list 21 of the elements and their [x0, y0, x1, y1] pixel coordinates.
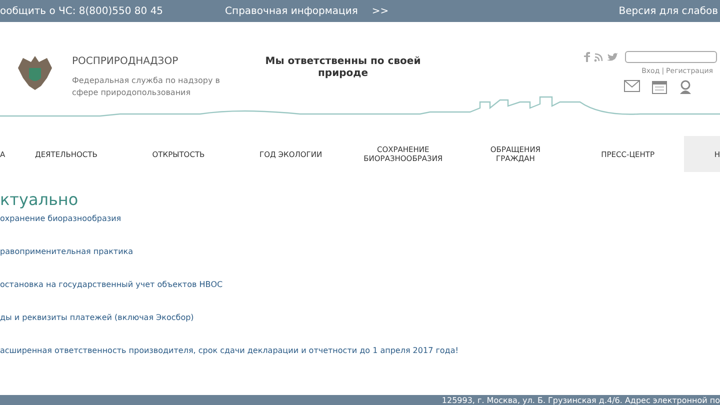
section-title: ктуально	[0, 190, 80, 210]
news-link[interactable]: ды и реквизиты платежей (включая Экосбор)	[0, 311, 720, 324]
slogan: Мы ответственны по своей природе	[264, 56, 422, 80]
person-icon[interactable]	[679, 80, 692, 94]
accessibility-link[interactable]: Версия для слабов	[618, 4, 718, 18]
more-link[interactable]: >>	[372, 4, 389, 18]
calendar-icon[interactable]	[652, 80, 667, 94]
facebook-icon[interactable]	[584, 52, 590, 62]
org-subtitle: Федеральная служба по надзору в сфере природопользования	[72, 75, 221, 99]
search-field[interactable]	[625, 51, 717, 63]
footer-address: 125993, г. Москва, ул. Б. Грузинская д.4/6. Адрес электронной по	[442, 396, 720, 405]
mail-icon[interactable]	[624, 80, 640, 92]
hotline-text: ообщить о ЧС: 8(800)550 80 45	[0, 4, 164, 18]
org-name: РОСПРИРОДНАДЗОР	[72, 55, 180, 69]
news-link[interactable]: асширенная ответственность производителя, срок сдачи декларации и отчетности до 1 апреля 2017 года!	[0, 344, 720, 357]
reference-link[interactable]: Справочная информация	[225, 4, 358, 18]
news-link[interactable]: равоприменительная практика	[0, 245, 720, 258]
news-link[interactable]: остановка на государственный учет объектов НВОС	[0, 278, 720, 291]
rss-icon[interactable]	[594, 52, 603, 62]
news-link[interactable]: охранение биоразнообразия	[0, 212, 720, 225]
twitter-icon[interactable]	[607, 52, 618, 62]
